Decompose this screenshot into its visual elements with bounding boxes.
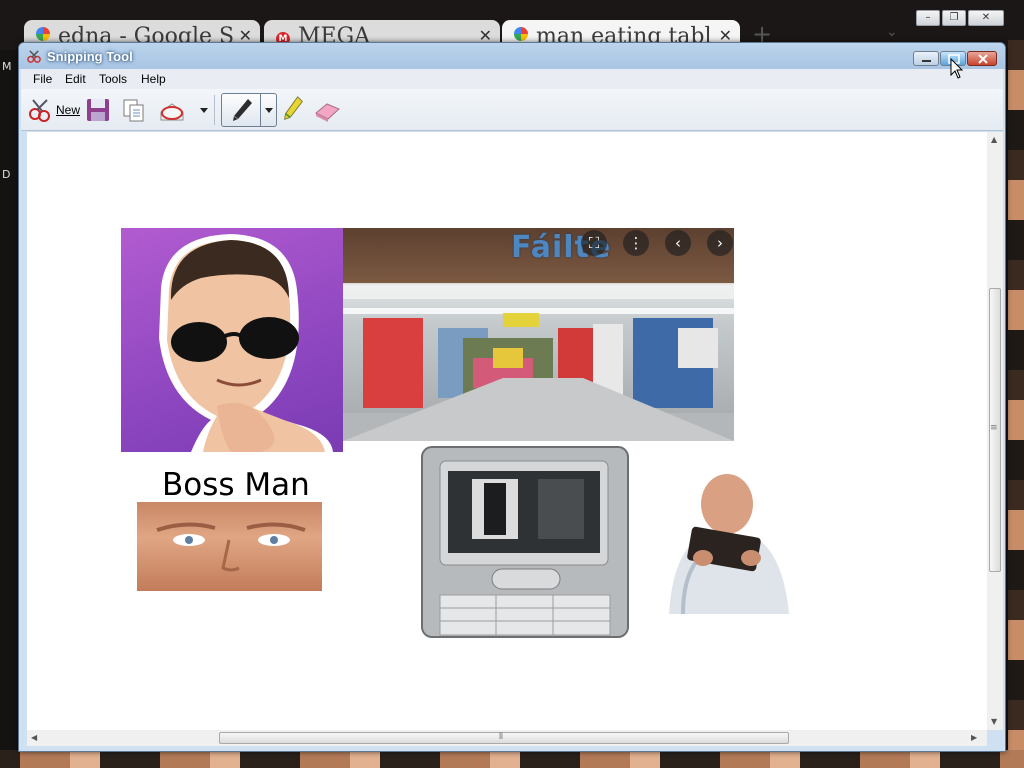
eraser-icon[interactable] <box>313 97 341 125</box>
mobile-phone-photo <box>420 445 632 639</box>
background-text: M <box>2 60 12 73</box>
man-eating-tablet-photo <box>643 472 805 614</box>
boss-man-caption: Boss Man <box>162 467 310 503</box>
grip-icon: ⦀ <box>499 732 503 742</box>
title-bar[interactable]: Snipping Tool <box>19 43 1005 69</box>
horizontal-scroll-thumb[interactable] <box>219 732 789 744</box>
snip-canvas[interactable]: Fáilte ⛶ ⋮ ‹ › Boss Man <box>27 132 987 730</box>
horizontal-scrollbar[interactable]: ◀ ⦀ ▶ <box>27 730 987 746</box>
chevron-left-icon[interactable]: ‹ <box>665 230 691 256</box>
browser-close-button[interactable]: ✕ <box>968 10 1004 26</box>
google-icon <box>36 27 50 41</box>
chevron-down-icon[interactable] <box>199 96 209 124</box>
menu-file[interactable]: File <box>33 72 52 86</box>
pen-icon <box>233 99 252 121</box>
split-divider <box>260 94 261 126</box>
supermarket-photo: Fáilte ⛶ ⋮ ‹ › <box>343 228 734 441</box>
chevron-down-icon[interactable]: ⌄ <box>886 24 898 40</box>
chevron-right-icon[interactable]: › <box>707 230 733 256</box>
minimize-button[interactable] <box>913 51 939 66</box>
highlighter-icon[interactable] <box>281 95 305 123</box>
toolbar: New <box>21 89 1003 131</box>
background-image-strip <box>0 750 1024 768</box>
background-image-strip <box>1008 40 1024 768</box>
pen-tool-button[interactable] <box>221 93 277 127</box>
phone-image <box>421 446 629 638</box>
background-text: D <box>2 168 11 181</box>
scroll-down-icon[interactable]: ▼ <box>991 717 997 726</box>
menu-help[interactable]: Help <box>141 72 166 86</box>
close-icon <box>978 54 988 64</box>
menu-tools[interactable]: Tools <box>99 72 127 86</box>
minimize-icon <box>922 60 931 62</box>
copy-icon[interactable] <box>121 96 147 124</box>
focus-icon[interactable]: ⛶ <box>581 230 607 256</box>
window-title: Snipping Tool <box>47 49 133 64</box>
new-snip-button[interactable]: New <box>27 96 83 124</box>
vertical-scrollbar[interactable]: ▲ ≡ ▼ <box>987 132 1003 730</box>
new-snip-icon <box>29 99 50 122</box>
eyes-closeup-image <box>156 522 306 572</box>
save-icon[interactable] <box>85 96 111 124</box>
chevron-down-icon[interactable] <box>262 94 276 126</box>
close-button[interactable] <box>967 51 997 66</box>
send-snip-icon[interactable] <box>157 96 187 124</box>
browser-restore-button[interactable]: ❐ <box>942 10 966 26</box>
new-button-label: New <box>56 103 81 117</box>
toolbar-separator <box>214 95 215 125</box>
mouse-cursor-icon <box>950 58 964 79</box>
grip-icon: ≡ <box>990 423 998 433</box>
sunglasses-man-image <box>159 234 333 452</box>
man-eating-tablet-image <box>669 474 789 614</box>
scroll-left-icon[interactable]: ◀ <box>31 733 37 742</box>
menu-edit[interactable]: Edit <box>65 72 86 86</box>
scroll-up-icon[interactable]: ▲ <box>991 135 997 144</box>
scroll-right-icon[interactable]: ▶ <box>971 733 977 742</box>
browser-minimize-button[interactable]: – <box>916 10 940 26</box>
snipping-tool-window: Snipping Tool File Edit Tools Help New F… <box>18 42 1006 752</box>
boss-man-photo <box>121 228 343 452</box>
scissors-icon <box>27 50 41 63</box>
more-options-icon[interactable]: ⋮ <box>623 230 649 256</box>
google-icon <box>514 27 528 41</box>
eyes-closeup-photo <box>137 502 322 591</box>
menu-bar: File Edit Tools Help <box>21 69 1003 89</box>
